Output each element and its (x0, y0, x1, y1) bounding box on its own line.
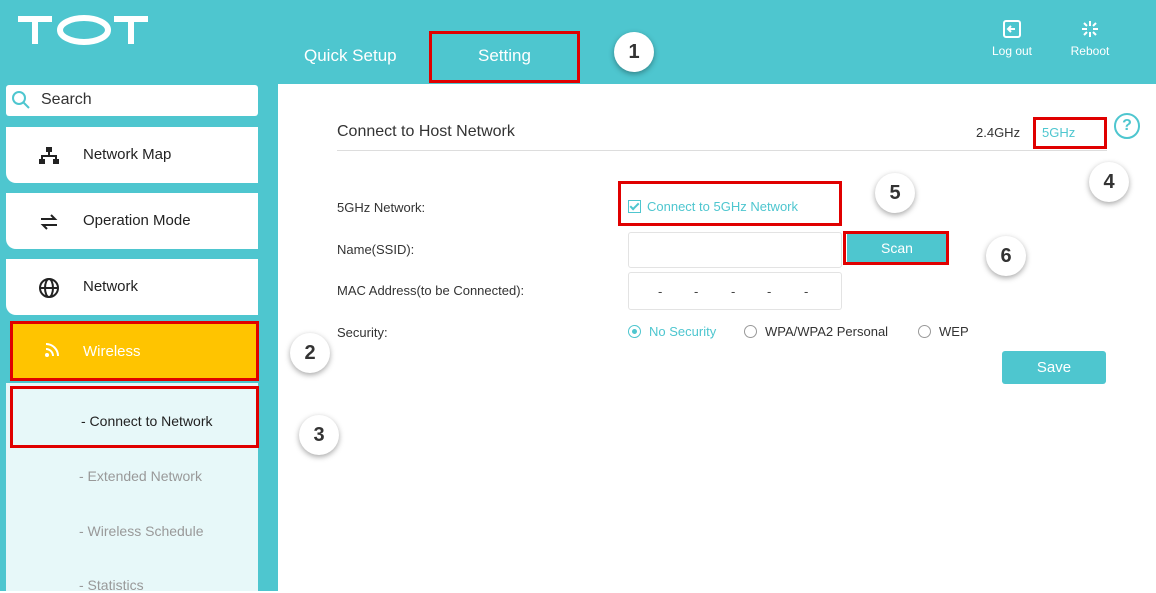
sidebar-item-label: Network (83, 278, 139, 295)
callout-4: 4 (1089, 162, 1129, 202)
mac-separator: - (731, 284, 736, 299)
ssid-label: Name(SSID): (337, 242, 415, 257)
radio-selected-icon (628, 325, 641, 338)
callout-1: 1 (614, 32, 654, 72)
radio-icon (744, 325, 757, 338)
tab-quick-setup[interactable]: Quick Setup (304, 46, 397, 66)
security-label: Security: (337, 325, 388, 340)
submenu-extended-network[interactable]: - Extended Network (79, 468, 202, 484)
logout-label: Log out (991, 44, 1033, 58)
band-24ghz-link[interactable]: 2.4GHz (976, 125, 1020, 140)
sidebar-item-operation-mode[interactable]: Operation Mode (6, 193, 258, 249)
main-panel (278, 84, 1156, 591)
mac-separator: - (694, 284, 699, 299)
sidebar-item-network-map[interactable]: Network Map (6, 127, 258, 183)
radio-label: WEP (939, 324, 969, 339)
help-icon[interactable]: ? (1114, 113, 1140, 139)
callout-2: 2 (290, 333, 330, 373)
search-icon (12, 91, 30, 109)
reboot-icon (1082, 21, 1098, 37)
security-option-no-security[interactable]: No Security (628, 324, 716, 339)
page-title: Connect to Host Network (337, 123, 515, 140)
search-input[interactable]: Search (6, 85, 258, 116)
annotation-box-setting (429, 31, 580, 83)
security-option-wep[interactable]: WEP (918, 324, 969, 339)
title-divider (337, 150, 1107, 151)
network-label: 5GHz Network: (337, 200, 426, 215)
reboot-label: Reboot (1070, 44, 1110, 58)
mac-separator: - (767, 284, 772, 299)
logout-icon (1003, 20, 1021, 38)
search-placeholder: Search (41, 91, 92, 108)
radio-icon (918, 325, 931, 338)
globe-icon (39, 278, 59, 298)
mac-address-field[interactable]: - - - - - (628, 272, 842, 310)
sidebar-item-label: Operation Mode (83, 212, 191, 229)
logout-button[interactable]: Log out (982, 20, 1042, 58)
mac-label: MAC Address(to be Connected): (337, 283, 525, 298)
annotation-box-wireless (10, 321, 259, 381)
callout-5: 5 (875, 173, 915, 213)
annotation-box-5ghz (1033, 117, 1107, 149)
mac-separator: - (804, 284, 809, 299)
network-map-icon (39, 147, 59, 164)
save-button[interactable]: Save (1002, 351, 1106, 384)
security-option-wpa[interactable]: WPA/WPA2 Personal (744, 324, 888, 339)
sidebar-item-label: Network Map (83, 146, 172, 163)
brand-logo (14, 12, 154, 51)
annotation-box-connect (10, 386, 259, 448)
sidebar-item-network[interactable]: Network (6, 259, 258, 315)
radio-label: WPA/WPA2 Personal (765, 324, 889, 339)
callout-3: 3 (299, 415, 339, 455)
operation-mode-icon (40, 214, 58, 230)
annotation-box-scan (843, 231, 949, 265)
annotation-box-checkbox (618, 181, 842, 226)
submenu-wireless-schedule[interactable]: - Wireless Schedule (79, 523, 204, 539)
reboot-button[interactable]: Reboot (1060, 20, 1120, 58)
ssid-input[interactable] (628, 232, 842, 268)
callout-6: 6 (986, 236, 1026, 276)
mac-separator: - (658, 284, 663, 299)
radio-label: No Security (649, 324, 717, 339)
